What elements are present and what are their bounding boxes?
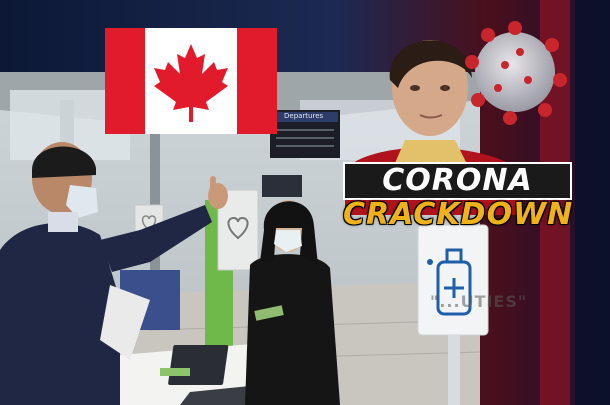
headline-corona: CORONA bbox=[343, 162, 572, 200]
collage: CORONA CRACKDOWN Departures "...UTIES" bbox=[0, 0, 610, 405]
canada-flag bbox=[105, 28, 277, 134]
departures-sign: Departures bbox=[284, 112, 324, 120]
headline-crackdown: CRACKDOWN bbox=[343, 197, 574, 232]
floor-sign-text: "...UTIES" bbox=[430, 292, 528, 311]
laptop-screen bbox=[168, 345, 229, 385]
